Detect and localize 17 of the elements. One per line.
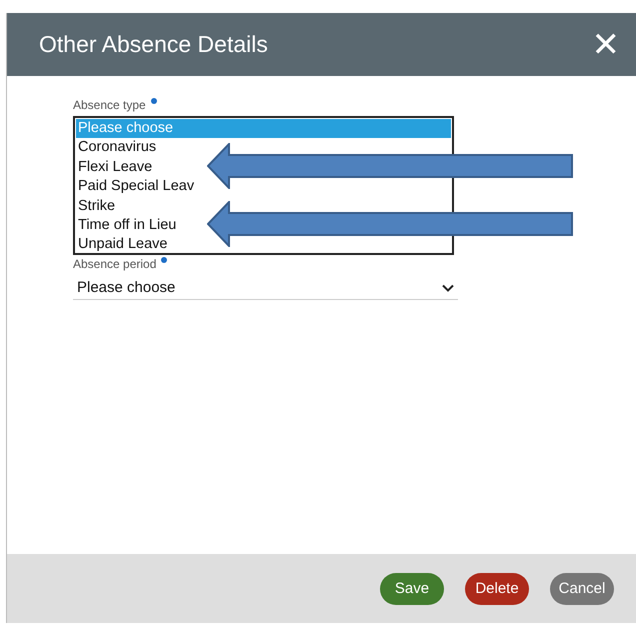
save-button[interactable]: Save [380,572,444,604]
list-option[interactable]: Strike [76,196,118,216]
field-label: Absence type [73,97,146,113]
option-list[interactable]: Please choose Coronavirus Flexi Leave Paid Special Leav Strike Time off in Lieu Unpaid Leave [73,116,454,255]
list-option[interactable]: Flexi Leave [76,158,154,178]
arrow-icon [207,200,573,247]
list-option[interactable]: Time off in Lieu [76,216,178,236]
arrow-icon [207,142,573,188]
list-option[interactable]: Coronavirus [76,138,158,158]
cancel-button[interactable]: Cancel [550,572,614,604]
chevron-icon [442,284,454,292]
delete-button[interactable]: Delete [465,572,529,604]
list-option[interactable]: Paid Special Leav [76,177,196,197]
field-label: Absence period [73,256,156,272]
dialog-title: Other Absence Details [39,31,268,58]
list-option[interactable]: Unpaid Leave [76,235,170,255]
select-field[interactable]: Please choose [73,276,458,300]
